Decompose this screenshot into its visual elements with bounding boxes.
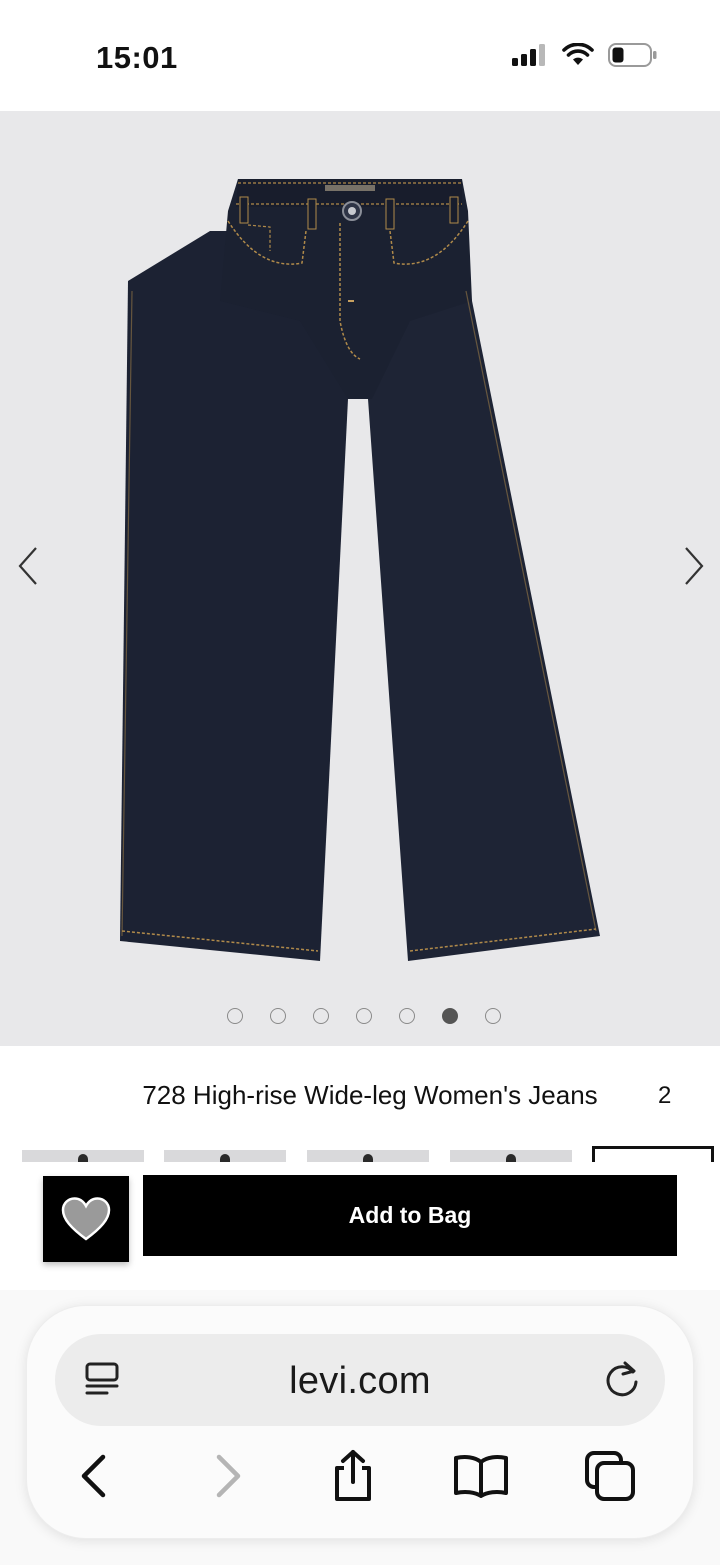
share-icon [335,1450,371,1501]
share-button[interactable] [323,1446,383,1506]
thumbnail-row [0,1146,720,1162]
next-title-peek: 2 [658,1082,672,1109]
thumbnail-image [78,1154,88,1162]
thumbnail[interactable] [164,1150,286,1162]
previous-image-button[interactable] [8,541,48,591]
product-title: 728 High-rise Wide-leg Women's Jeans [142,1080,598,1110]
next-image-button[interactable] [674,541,714,591]
status-bar: 15:01 [0,0,720,111]
forward-icon [216,1454,241,1498]
reload-icon[interactable] [601,1358,643,1400]
thumbnail-image [506,1154,516,1162]
product-title-strip: 728 High-rise Wide-leg Women's Jeans 2 [0,1046,720,1146]
wishlist-button[interactable] [43,1176,129,1262]
carousel-dot[interactable] [270,1008,286,1024]
add-to-bag-button[interactable]: Add to Bag [143,1175,677,1256]
carousel-dot[interactable] [227,1008,243,1024]
cellular-signal-icon [512,43,548,71]
thumbnail-selected[interactable] [592,1146,714,1162]
address-bar[interactable]: levi.com [55,1334,665,1426]
carousel-dot[interactable] [356,1008,372,1024]
tabs-icon [585,1451,635,1501]
battery-icon [608,42,658,73]
thumbnail-image [363,1154,373,1162]
url-text: levi.com [289,1360,431,1402]
product-image [120,179,600,961]
bookmarks-button[interactable] [451,1446,511,1506]
wifi-icon [562,42,594,72]
back-icon [81,1454,106,1498]
heart-icon [61,1197,111,1241]
chevron-left-icon [18,547,37,585]
carousel-dot-active[interactable] [442,1008,458,1024]
thumbnail[interactable] [307,1150,429,1162]
carousel-dot[interactable] [485,1008,501,1024]
thumbnail-image [220,1154,230,1162]
status-time: 15:01 [96,40,178,75]
carousel-dot[interactable] [399,1008,415,1024]
action-bar: Add to Bag [0,1162,720,1302]
status-icons [512,42,658,72]
thumbnail[interactable] [22,1150,144,1162]
carousel-dots [0,1008,720,1024]
product-image-carousel[interactable] [0,111,720,1046]
forward-button[interactable] [198,1446,258,1506]
back-button[interactable] [64,1446,124,1506]
chevron-right-icon [685,547,704,585]
bookmarks-icon [454,1455,508,1498]
tabs-button[interactable] [580,1446,640,1506]
carousel-dot[interactable] [313,1008,329,1024]
thumbnail[interactable] [450,1150,572,1162]
